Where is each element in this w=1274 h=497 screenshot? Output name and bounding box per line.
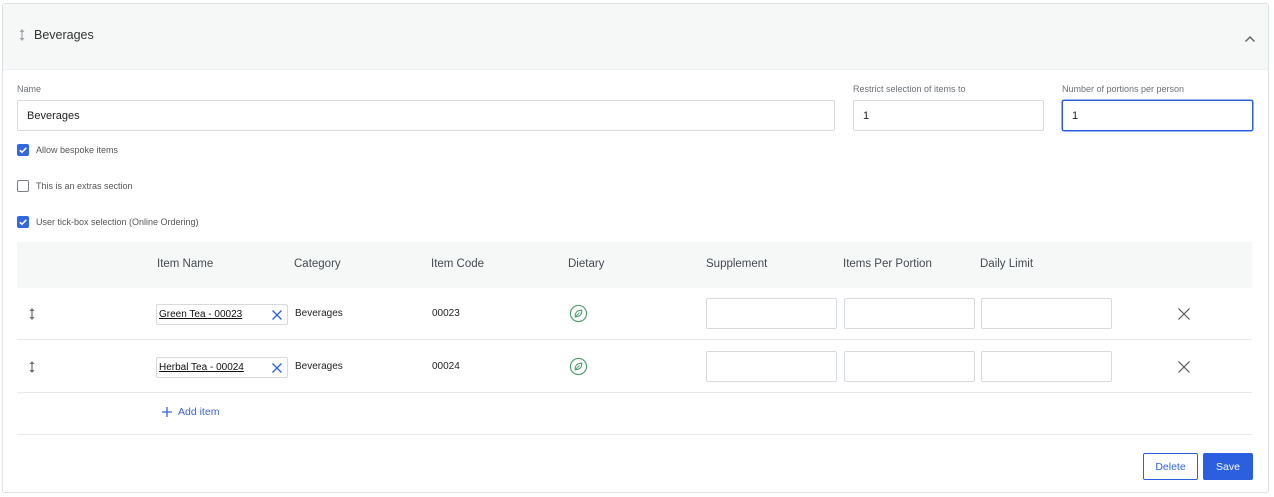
save-button[interactable]: Save <box>1203 453 1253 480</box>
add-item-label: Add item <box>178 406 220 418</box>
plus-icon <box>162 407 172 417</box>
tick-box-selection-option[interactable]: User tick-box selection (Online Ordering… <box>17 216 199 228</box>
vegan-leaf-icon <box>569 304 588 323</box>
remove-row-icon[interactable] <box>1177 360 1191 374</box>
supplement-input[interactable] <box>706 351 837 382</box>
daily-limit-input[interactable] <box>981 298 1112 329</box>
check-icon <box>19 147 27 154</box>
item-name-selector[interactable]: Green Tea - 00023 <box>156 304 288 325</box>
item-name-selector[interactable]: Herbal Tea - 00024 <box>156 357 288 378</box>
item-code-cell: 00023 <box>432 308 460 319</box>
tick-box-selection-label: User tick-box selection (Online Ordering… <box>36 217 199 227</box>
allow-bespoke-label: Allow bespoke items <box>36 145 119 155</box>
items-per-portion-input[interactable] <box>844 351 975 382</box>
clear-icon[interactable] <box>271 309 283 321</box>
extras-section-checkbox[interactable] <box>17 180 29 192</box>
tick-box-selection-checkbox[interactable] <box>17 216 29 228</box>
drag-handle-icon[interactable] <box>27 360 37 374</box>
remove-row-icon[interactable] <box>1177 307 1191 321</box>
delete-button[interactable]: Delete <box>1143 453 1198 480</box>
column-header-item-name: Item Name <box>157 258 214 270</box>
category-cell: Beverages <box>295 361 343 372</box>
clear-icon[interactable] <box>271 362 283 374</box>
category-cell: Beverages <box>295 308 343 319</box>
item-name-value: Green Tea - 00023 <box>159 309 243 320</box>
drag-handle-icon[interactable] <box>17 28 27 42</box>
portions-per-person-label: Number of portions per person <box>1062 84 1185 94</box>
section-panel: Beverages Name Restrict selection of ite… <box>2 3 1269 493</box>
add-item-button[interactable]: Add item <box>161 406 219 418</box>
restrict-selection-label: Restrict selection of items to <box>853 84 966 94</box>
items-per-portion-input[interactable] <box>844 298 975 329</box>
table-row: Herbal Tea - 00024 Beverages 00024 <box>17 341 1252 393</box>
drag-handle-icon[interactable] <box>27 307 37 321</box>
extras-section-label: This is an extras section <box>36 181 133 191</box>
column-header-items-per-portion: Items Per Portion <box>843 258 932 270</box>
allow-bespoke-option[interactable]: Allow bespoke items <box>17 144 118 156</box>
item-code-cell: 00024 <box>432 361 460 372</box>
divider <box>17 434 1252 435</box>
portions-per-person-input[interactable] <box>1062 100 1253 131</box>
column-header-daily-limit: Daily Limit <box>980 258 1034 270</box>
column-header-category: Category <box>294 258 341 270</box>
check-icon <box>19 219 27 226</box>
items-table-header: Item Name Category Item Code Dietary Sup… <box>17 242 1252 288</box>
restrict-selection-input[interactable] <box>853 100 1044 131</box>
table-row: Green Tea - 00023 Beverages 00023 <box>17 288 1252 340</box>
section-title: Beverages <box>34 28 94 42</box>
name-input[interactable] <box>17 100 835 131</box>
name-label: Name <box>17 84 42 94</box>
vegan-leaf-icon <box>569 357 588 376</box>
column-header-dietary: Dietary <box>568 258 605 270</box>
supplement-input[interactable] <box>706 298 837 329</box>
chevron-up-icon[interactable] <box>1242 31 1258 47</box>
column-header-supplement: Supplement <box>706 258 768 270</box>
daily-limit-input[interactable] <box>981 351 1112 382</box>
item-name-value: Herbal Tea - 00024 <box>159 362 244 373</box>
column-header-item-code: Item Code <box>431 258 485 270</box>
section-header[interactable]: Beverages <box>3 4 1268 70</box>
allow-bespoke-checkbox[interactable] <box>17 144 29 156</box>
extras-section-option[interactable]: This is an extras section <box>17 180 133 192</box>
